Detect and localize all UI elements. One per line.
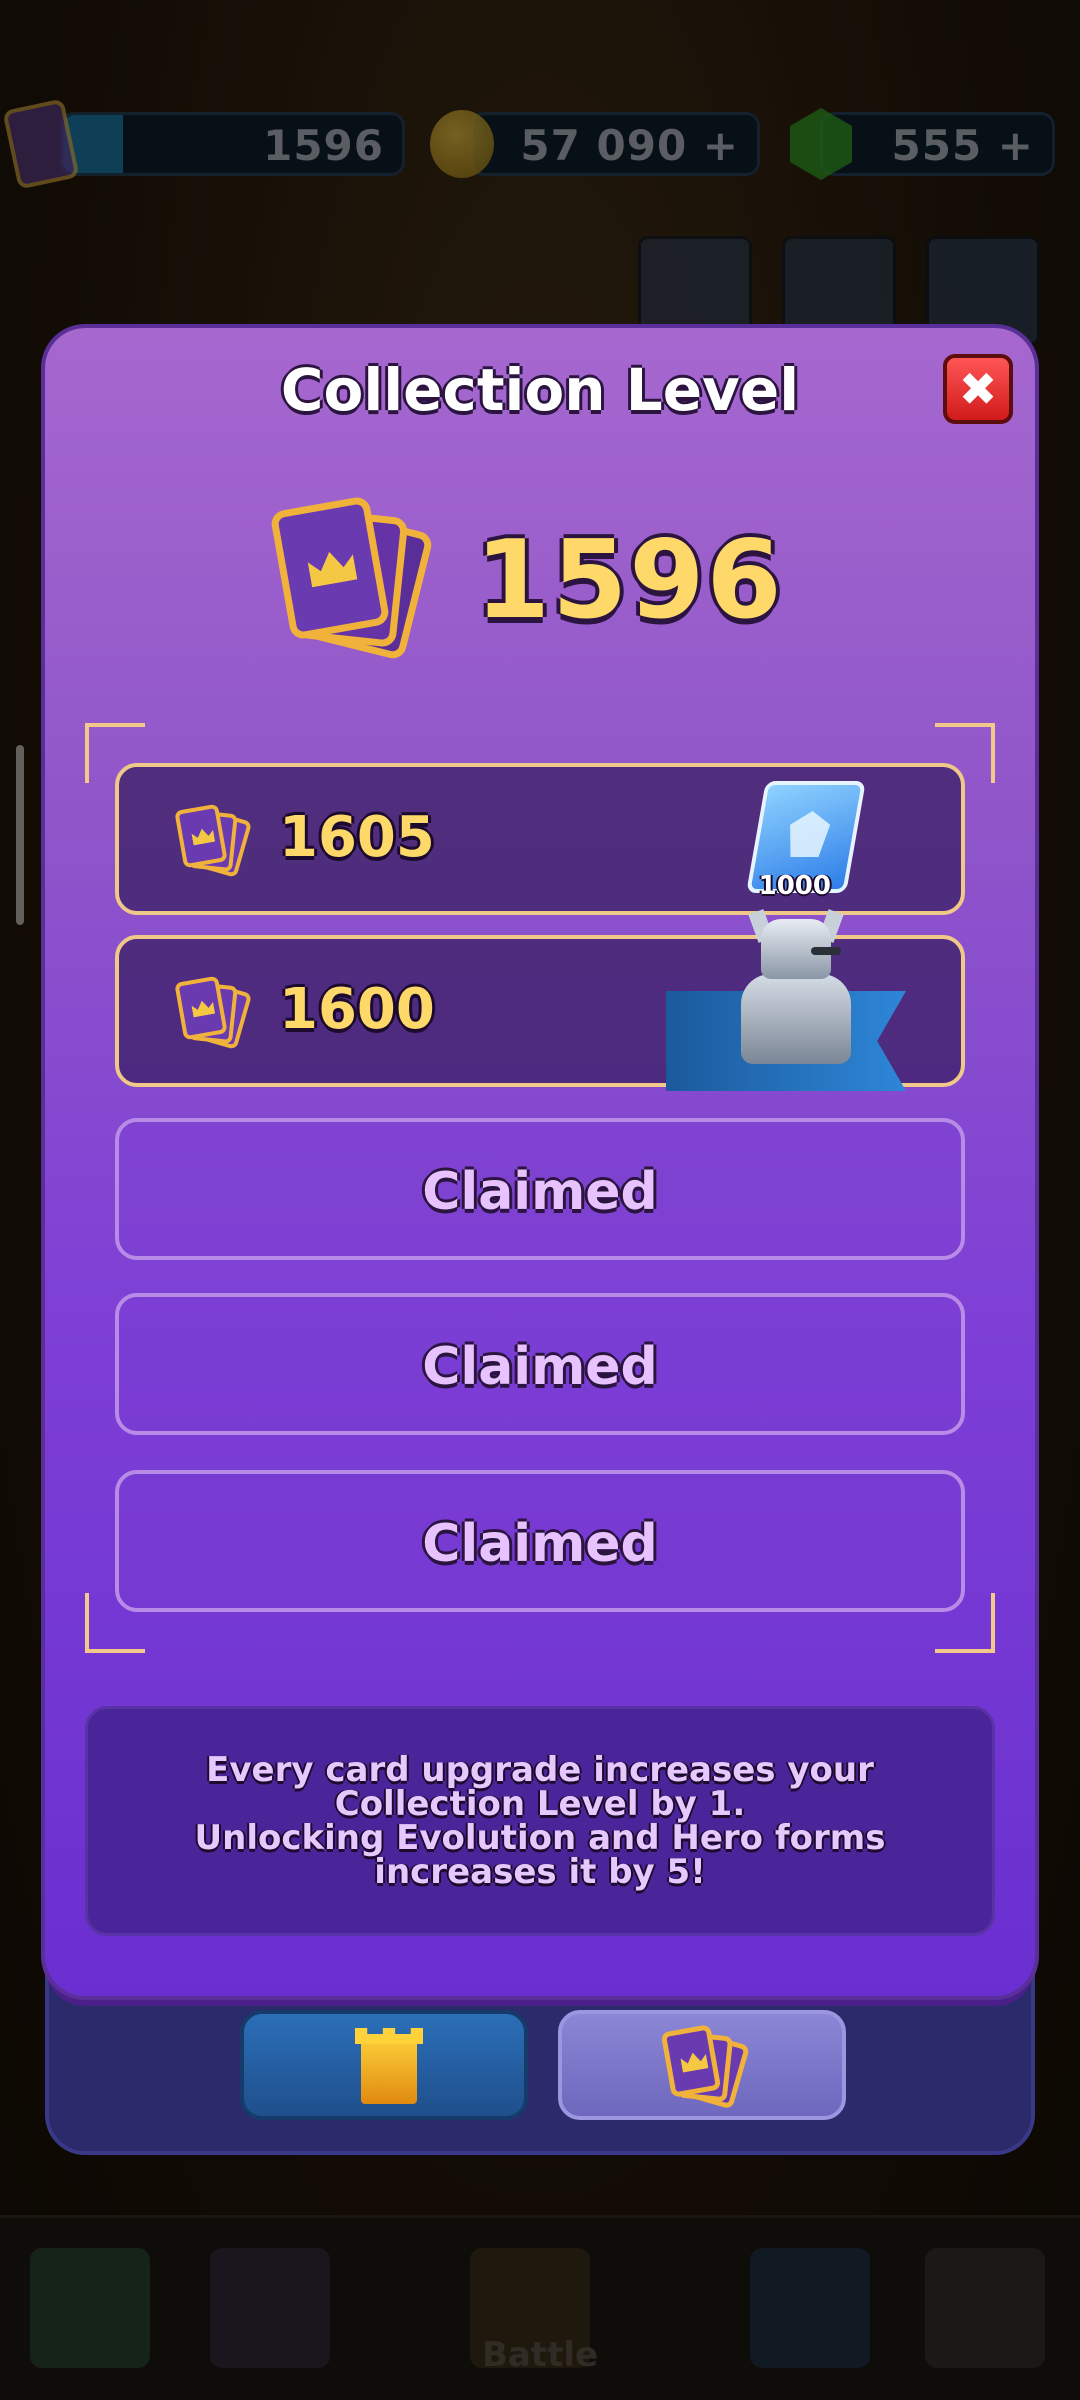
reward-amount: 1000 (758, 871, 831, 901)
current-collection-level: 1596 (475, 518, 784, 643)
cards-icon (660, 2024, 751, 2110)
modal-title: Collection Level (280, 356, 800, 424)
claimed-row: Claimed (115, 1470, 965, 1612)
tab-path-of-legends[interactable] (240, 2010, 528, 2120)
tab-collection-level[interactable] (558, 2010, 846, 2120)
scroll-indicator (16, 745, 24, 925)
reward-requirement: 1600 (279, 977, 435, 1042)
reward-requirement: 1605 (279, 805, 435, 870)
claimed-label: Claimed (422, 1162, 658, 1222)
cards-icon (174, 803, 253, 878)
crown-icon (307, 548, 358, 588)
claimed-label: Claimed (422, 1514, 658, 1574)
close-button[interactable]: ✖ (943, 354, 1013, 424)
collection-level-modal: Collection Level ✖ 1596 1605 1000 1600 C… (45, 328, 1035, 1996)
pekka-banner-icon (731, 909, 861, 1064)
info-text: Every card upgrade increases your Collec… (194, 1750, 886, 1892)
claimed-row: Claimed (115, 1293, 965, 1435)
cards-icon (174, 975, 253, 1050)
collection-cards-icon (269, 495, 435, 662)
claimed-row: Claimed (115, 1118, 965, 1260)
claimed-label: Claimed (422, 1337, 658, 1397)
tower-icon (361, 2034, 417, 2104)
info-box: Every card upgrade increases your Collec… (85, 1706, 995, 1936)
reward-row[interactable]: 1605 1000 (115, 763, 965, 915)
reward-row[interactable]: 1600 (115, 909, 965, 1091)
